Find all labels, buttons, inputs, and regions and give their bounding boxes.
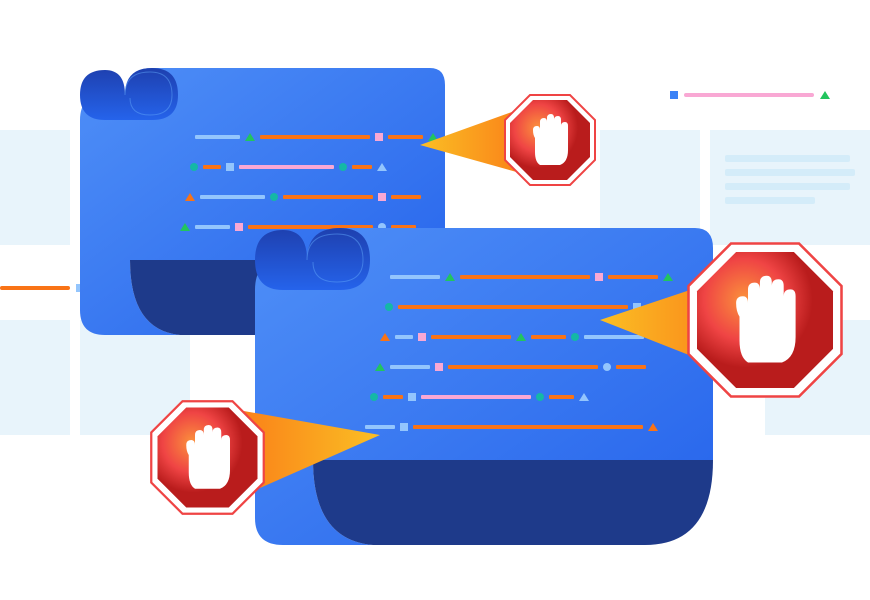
bg-panel bbox=[0, 320, 70, 435]
decorative-line-top bbox=[670, 90, 870, 100]
stop-sign-icon bbox=[145, 395, 270, 525]
stop-sign-icon bbox=[500, 90, 600, 195]
stop-sign-icon bbox=[680, 235, 850, 410]
text-lines-panel bbox=[725, 155, 870, 225]
bg-panel bbox=[0, 130, 70, 245]
